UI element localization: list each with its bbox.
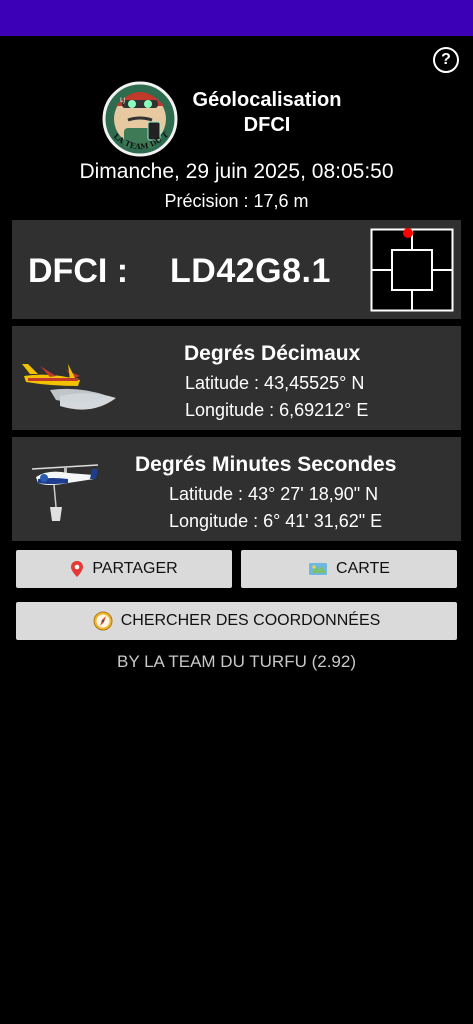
map-icon	[308, 561, 328, 577]
status-bar	[0, 0, 473, 36]
app-title-line2: DFCI	[243, 114, 291, 136]
map-button-label: CARTE	[336, 560, 390, 577]
compass-icon	[93, 611, 113, 631]
dms-panel: Degrés Minutes Secondes Latitude : 43° 2…	[12, 437, 461, 541]
share-button[interactable]: PARTAGER	[16, 550, 232, 588]
app-title: Géolocalisation DFCI	[172, 88, 362, 138]
decimal-degrees-title: Degrés Décimaux	[184, 342, 361, 365]
map-button[interactable]: CARTE	[241, 550, 457, 588]
decimal-degrees-panel: Degrés Décimaux Latitude : 43,45525° N L…	[12, 326, 461, 430]
dms-longitude: Longitude : 6° 41' 31,62" E	[169, 511, 383, 531]
position-marker	[403, 228, 413, 238]
dfci-grid-icon	[370, 228, 454, 312]
logo-badge-text: LJ	[120, 97, 125, 104]
dfci-panel: DFCI : LD42G8.1	[12, 220, 461, 319]
dms-title: Degrés Minutes Secondes	[135, 453, 397, 476]
decimal-latitude: Latitude : 43,45525° N	[185, 373, 365, 393]
search-coordinates-button[interactable]: CHERCHER DES COORDONNÉES	[16, 602, 457, 640]
help-icon: ?	[441, 51, 451, 68]
dms-latitude: Latitude : 43° 27' 18,90" N	[169, 484, 379, 504]
share-button-label: PARTAGER	[92, 560, 178, 577]
date-time: Dimanche, 29 juin 2025, 08:05:50	[79, 160, 394, 183]
canadair-plane-icon	[20, 346, 120, 414]
dfci-label: DFCI :	[28, 252, 129, 290]
search-coordinates-label: CHERCHER DES COORDONNÉES	[120, 612, 381, 629]
team-logo: LJ LA TEAM DU TURFU	[95, 65, 182, 158]
help-button[interactable]: ?	[433, 47, 459, 73]
dfci-code: LD42G8.1	[170, 252, 331, 290]
pin-icon	[70, 560, 84, 578]
precision-text: Précision : 17,6 m	[164, 191, 309, 211]
helicopter-icon	[28, 457, 102, 523]
app-title-line1: Géolocalisation	[192, 89, 342, 111]
decimal-longitude: Longitude : 6,69212° E	[185, 400, 369, 420]
footer-credit: BY LA TEAM DU TURFU (2.92)	[116, 652, 356, 671]
